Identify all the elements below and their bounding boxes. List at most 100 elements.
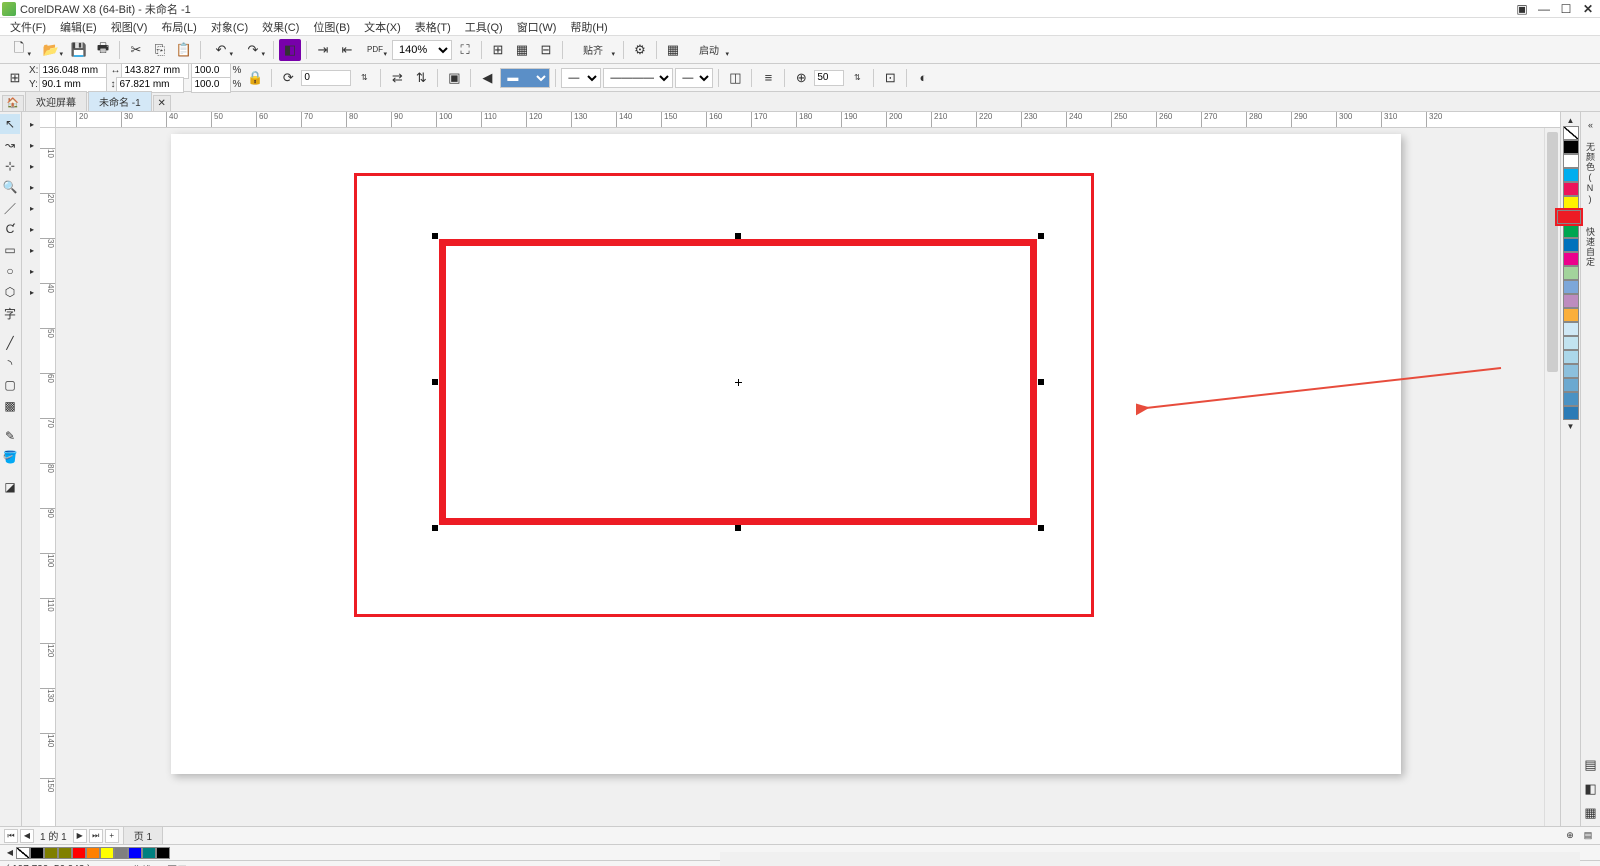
menu-bitmap[interactable]: 位图(B)	[307, 18, 356, 36]
cut-button[interactable]: ✂	[125, 39, 147, 61]
selection-handle-mr[interactable]	[1038, 379, 1044, 385]
color-swatch[interactable]	[58, 847, 72, 859]
grid-button[interactable]: ▦	[511, 39, 533, 61]
search-button[interactable]: ◧	[279, 39, 301, 61]
line-style-select[interactable]: ————	[603, 68, 673, 88]
new-button[interactable]: 🗋	[4, 39, 34, 61]
close-button[interactable]: ✕	[1578, 2, 1598, 16]
selection-handle-ml[interactable]	[432, 379, 438, 385]
color-swatch[interactable]	[1563, 154, 1579, 168]
docker-label-quick[interactable]: 快速自定	[1584, 227, 1597, 267]
text-tool[interactable]: 字	[0, 303, 20, 323]
ruler-horizontal[interactable]: 2030405060708090100110120130140150160170…	[56, 112, 1560, 128]
nav-tool-icon[interactable]: ⊕	[1562, 829, 1578, 843]
to-front-button[interactable]: ▣	[443, 67, 465, 89]
align-text-button[interactable]: ≡	[757, 67, 779, 89]
color-swatch[interactable]	[1563, 196, 1579, 210]
menu-tools[interactable]: 工具(Q)	[459, 18, 509, 36]
ruler-corner[interactable]	[40, 112, 56, 128]
docker-expand-button[interactable]: «	[1580, 114, 1600, 136]
zoom-select[interactable]: 140%	[392, 40, 452, 60]
last-page-button[interactable]: ⏭	[89, 829, 103, 843]
canvas-viewport[interactable]	[56, 128, 1560, 826]
prev-page-button[interactable]: ◀	[20, 829, 34, 843]
scrollbar-thumb[interactable]	[1547, 132, 1558, 372]
flyout-icon[interactable]: ▸	[22, 114, 42, 134]
ellipse-tool[interactable]: ○	[0, 261, 20, 281]
copy-button[interactable]: ⎘	[149, 39, 171, 61]
scrollbar-vertical[interactable]	[1544, 128, 1560, 826]
rotation-input[interactable]	[301, 70, 351, 86]
color-swatch[interactable]	[86, 847, 100, 859]
polygon-tool[interactable]: ⬡	[0, 282, 20, 302]
home-tab[interactable]: 🏠	[2, 95, 24, 111]
launch-icon[interactable]: ▦	[662, 39, 684, 61]
docker-item-icon[interactable]: ▤	[1580, 754, 1600, 776]
selection-center[interactable]	[735, 379, 742, 386]
lock-ratio-button[interactable]: 🔒	[244, 67, 266, 89]
flyout-icon[interactable]: ▸	[22, 219, 42, 239]
menu-text[interactable]: 文本(X)	[358, 18, 407, 36]
color-swatch[interactable]	[1563, 140, 1579, 154]
extra-button[interactable]: ◐	[912, 67, 934, 89]
menu-edit[interactable]: 编辑(E)	[54, 18, 103, 36]
document-tab[interactable]: 未命名 -1	[88, 91, 152, 111]
selection-handle-tr[interactable]	[1038, 233, 1044, 239]
menu-window[interactable]: 窗口(W)	[511, 18, 563, 36]
color-swatch[interactable]	[1557, 210, 1581, 224]
color-swatch[interactable]	[1563, 224, 1579, 238]
distribute-button[interactable]: ⊡	[879, 67, 901, 89]
menu-help[interactable]: 帮助(H)	[564, 18, 613, 36]
palette-up-button[interactable]: ▲	[1560, 114, 1582, 126]
palette-down-button[interactable]: ▼	[1560, 420, 1582, 432]
import-button[interactable]: ⇥	[312, 39, 334, 61]
flyout-icon[interactable]: ▸	[22, 261, 42, 281]
color-swatch[interactable]	[1563, 378, 1579, 392]
ruler-vertical[interactable]: 102030405060708090100110120130140150	[40, 128, 56, 826]
color-swatch[interactable]	[128, 847, 142, 859]
selection-handle-bm[interactable]	[735, 525, 741, 531]
color-swatch[interactable]	[1563, 252, 1579, 266]
color-swatch[interactable]	[1563, 182, 1579, 196]
color-swatch[interactable]	[72, 847, 86, 859]
color-swatch[interactable]	[1563, 280, 1579, 294]
docker-item-icon[interactable]: ◧	[1580, 778, 1600, 800]
freehand-tool[interactable]: ／	[0, 198, 20, 218]
extra-window-icon[interactable]: ▣	[1512, 2, 1532, 16]
flyout-icon[interactable]: ▸	[22, 282, 42, 302]
undo-button[interactable]: ↶	[206, 39, 236, 61]
pick-tool[interactable]: ↖	[0, 114, 20, 134]
menu-object[interactable]: 对象(C)	[205, 18, 254, 36]
shape-tool[interactable]: ↝	[0, 135, 20, 155]
fill-tool[interactable]: 🪣	[0, 447, 20, 467]
guidelines-button[interactable]: ⊟	[535, 39, 557, 61]
scale-y-input[interactable]	[191, 77, 231, 93]
color-swatch[interactable]	[1563, 350, 1579, 364]
selection-handle-tl[interactable]	[432, 233, 438, 239]
menu-file[interactable]: 文件(F)	[4, 18, 52, 36]
export-button[interactable]: ⇤	[336, 39, 358, 61]
flyout-icon[interactable]: ▸	[22, 135, 42, 155]
minimize-button[interactable]: —	[1534, 2, 1554, 16]
wrap-button[interactable]: ◫	[724, 67, 746, 89]
palette-left-button[interactable]: ◀	[4, 842, 16, 864]
copies-spin[interactable]: ⇅	[846, 67, 868, 89]
next-page-button[interactable]: ▶	[73, 829, 87, 843]
line-start-button[interactable]: ◀	[476, 67, 498, 89]
color-swatch[interactable]	[1563, 364, 1579, 378]
add-page-button[interactable]: +	[105, 829, 119, 843]
redo-button[interactable]: ↷	[238, 39, 268, 61]
fill-style-select[interactable]: ▬	[500, 68, 550, 88]
line-end-select[interactable]: —	[675, 68, 713, 88]
selection-handle-bl[interactable]	[432, 525, 438, 531]
first-page-button[interactable]: ⏮	[4, 829, 18, 843]
selection-handle-tm[interactable]	[735, 233, 741, 239]
mirror-h-button[interactable]: ⇄	[386, 67, 408, 89]
docker-item-icon[interactable]: ▦	[1580, 802, 1600, 824]
color-swatch[interactable]	[156, 847, 170, 859]
menu-effects[interactable]: 效果(C)	[256, 18, 305, 36]
publish-pdf-button[interactable]: PDF	[360, 39, 390, 61]
launch-button[interactable]: 启动	[686, 39, 732, 61]
scrollbar-horizontal[interactable]	[720, 852, 1580, 866]
color-swatch[interactable]	[1563, 406, 1579, 420]
